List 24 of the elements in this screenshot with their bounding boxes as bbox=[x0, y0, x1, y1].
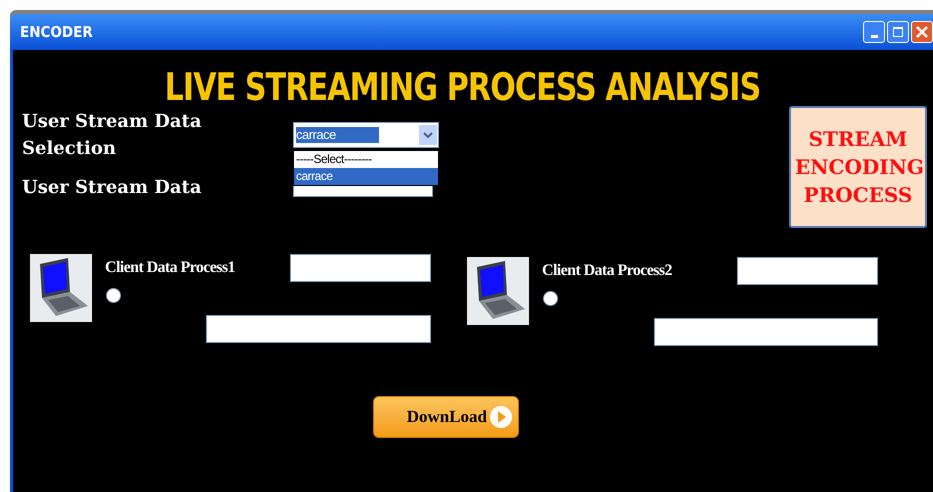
close-icon bbox=[916, 26, 928, 38]
client-field[interactable] bbox=[290, 254, 431, 282]
client-output-field[interactable] bbox=[206, 315, 431, 343]
client-field[interactable] bbox=[737, 257, 878, 285]
laptop-icon bbox=[467, 257, 529, 325]
radio-button[interactable] bbox=[543, 291, 558, 306]
client-label: Client Data Process2 bbox=[542, 261, 673, 281]
window-title: ENCODER bbox=[20, 22, 94, 43]
field-label: User Stream Data bbox=[22, 176, 203, 200]
client-label: Client Data Process1 bbox=[105, 258, 236, 278]
field-label: User Stream Data Selection bbox=[22, 110, 203, 161]
radio-button[interactable] bbox=[106, 288, 121, 303]
maximize-button[interactable] bbox=[887, 21, 909, 43]
stream-select[interactable]: carrace bbox=[293, 122, 439, 148]
download-button[interactable]: DownLoad bbox=[373, 396, 519, 438]
dropdown-option[interactable]: carrace bbox=[294, 168, 438, 185]
play-icon bbox=[490, 406, 512, 428]
stream-encoding-button[interactable]: STREAM ENCODING PROCESS bbox=[789, 106, 927, 228]
page-heading: LIVE STREAMING PROCESS ANALYSIS bbox=[165, 64, 761, 110]
client-output-field[interactable] bbox=[654, 318, 878, 346]
chevron-icon bbox=[419, 125, 437, 145]
laptop-icon bbox=[30, 254, 92, 322]
minimize-button[interactable] bbox=[863, 21, 885, 43]
close-button[interactable] bbox=[911, 21, 933, 43]
